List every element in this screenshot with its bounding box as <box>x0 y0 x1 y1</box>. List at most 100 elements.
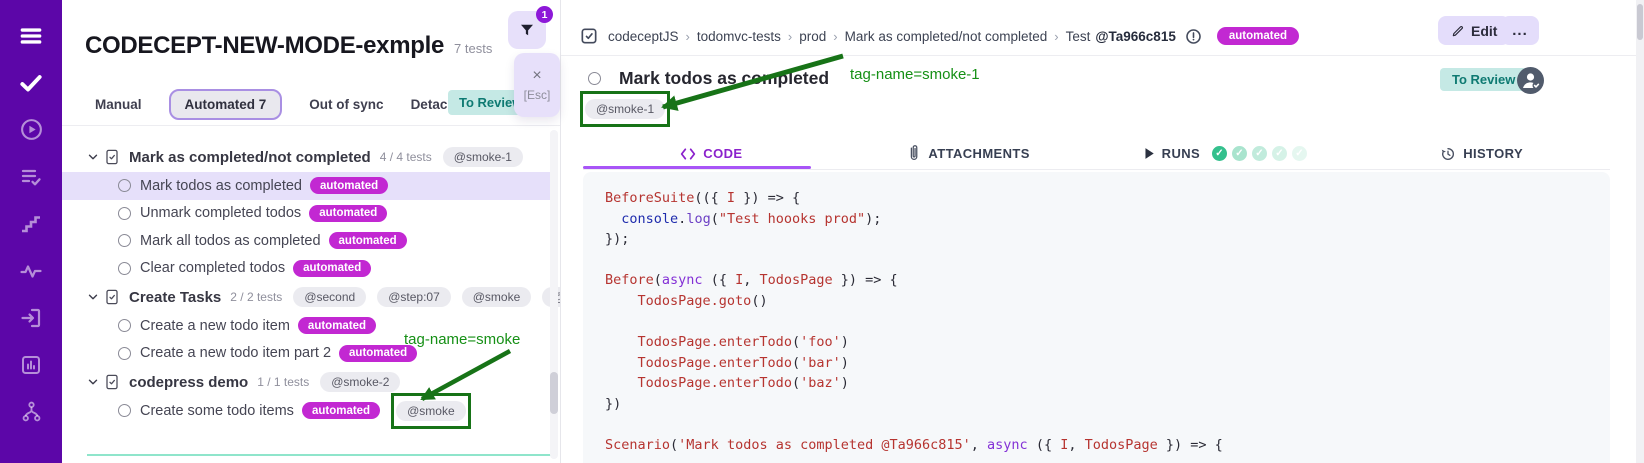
code-icon <box>680 147 696 161</box>
status-badge[interactable]: To Review <box>1440 68 1527 91</box>
page-scrollbar[interactable] <box>1636 0 1644 463</box>
tag-badge-smoke-1[interactable]: @smoke-1 <box>585 99 665 119</box>
tag-badge[interactable]: @smoke <box>462 287 532 307</box>
annotation-tag-name-smoke-1: tag-name=smoke-1 <box>850 66 980 83</box>
row-underline <box>87 454 554 456</box>
steps-icon[interactable] <box>0 200 62 247</box>
tab-attachments[interactable]: ATTACHMENTS <box>840 138 1097 169</box>
test-status-icon <box>118 404 131 417</box>
test-title: Clear completed todos <box>140 260 285 276</box>
left-scrollbar[interactable] <box>550 130 558 459</box>
code-block[interactable]: BeforeSuite(({ I }) => { console.log("Te… <box>583 172 1610 463</box>
code-line: }) <box>605 394 1588 415</box>
tag-badge[interactable]: @smoke-1 <box>443 147 523 167</box>
edit-button[interactable]: Edit <box>1438 16 1510 45</box>
suite-row[interactable]: codepress demo 1 / 1 tests @smoke-2 <box>62 367 550 397</box>
funnel-icon <box>518 21 536 39</box>
run-play-icon[interactable] <box>0 106 62 153</box>
sidebar-rail <box>0 0 62 463</box>
left-tabs: Manual Automated 7 Out of sync Detached <box>95 88 471 120</box>
play-icon <box>1143 147 1155 160</box>
run-check-icon: ✓ <box>1252 146 1267 161</box>
tab-automated-label: Automated <box>185 97 256 112</box>
test-detail-panel: codeceptJS›todomvc-tests›prod›Mark as co… <box>560 0 1636 463</box>
tab-history[interactable]: HISTORY <box>1353 138 1610 169</box>
test-row[interactable]: Clear completed todos automated <box>62 255 550 283</box>
chevron-down-icon[interactable] <box>86 290 100 304</box>
app-window: CODECEPT-NEW-MODE-exmple7 tests 1 × [Esc… <box>0 0 1644 463</box>
test-row[interactable]: Unmark completed todosautomated <box>62 200 550 228</box>
branch-icon[interactable] <box>0 388 62 435</box>
test-row[interactable]: Create some todo itemsautomated@smoke <box>62 397 550 425</box>
close-icon[interactable]: × <box>532 68 541 84</box>
code-line: }); <box>605 229 1588 250</box>
avatar[interactable] <box>1517 67 1544 94</box>
menu-icon[interactable] <box>0 12 62 59</box>
page-scrollbar-thumb[interactable] <box>1637 4 1643 40</box>
pencil-icon <box>1451 24 1465 38</box>
tab-out-of-sync[interactable]: Out of sync <box>309 97 383 112</box>
pulse-icon[interactable] <box>0 247 62 294</box>
automated-badge: automated <box>293 260 371 277</box>
breadcrumb-item[interactable]: prod <box>799 29 826 44</box>
suite-title: codepress demo <box>129 374 248 391</box>
import-icon[interactable] <box>0 294 62 341</box>
suite-row[interactable]: Create Tasks2 / 2 tests@second@step:07@s… <box>62 282 550 312</box>
tag-badge[interactable]: @smoke-2 <box>320 372 400 392</box>
analytics-chart-icon[interactable] <box>0 341 62 388</box>
active-tab-underline <box>583 166 811 169</box>
automated-badge: automated <box>310 177 388 194</box>
tab-manual[interactable]: Manual <box>95 97 142 112</box>
test-title-row: Mark todos as completed <box>588 68 829 89</box>
test-plan-list-icon[interactable] <box>0 153 62 200</box>
test-row[interactable]: Mark todos as completed automated <box>62 172 551 200</box>
test-status-icon <box>118 234 131 247</box>
tab-runs[interactable]: RUNS ✓✓✓✓✓ <box>1097 138 1354 169</box>
project-title-text: CODECEPT-NEW-MODE-exmple <box>85 32 444 59</box>
tag-badge[interactable]: @second <box>293 287 366 307</box>
code-line <box>605 250 1588 271</box>
run-check-icon: ✓ <box>1232 146 1247 161</box>
chevron-down-icon[interactable] <box>86 375 100 389</box>
history-clock-icon[interactable] <box>1184 27 1203 46</box>
breadcrumb-item[interactable]: todomvc-tests <box>697 29 781 44</box>
suite-test-count: 1 / 1 tests <box>257 375 309 389</box>
breadcrumb-separator: › <box>833 29 837 44</box>
tests-check-icon[interactable] <box>0 59 62 106</box>
run-check-icon: ✓ <box>1292 146 1307 161</box>
test-title: Mark todos as completed <box>140 178 302 194</box>
code-line: TodosPage.goto() <box>605 291 1588 312</box>
more-button[interactable]: ... <box>1501 16 1539 45</box>
tests-count: 7 tests <box>454 41 492 56</box>
code-line <box>605 415 1588 436</box>
tag-badge[interactable]: @step:07 <box>377 287 451 307</box>
esc-hint: [Esc] <box>524 88 551 102</box>
left-scrollbar-thumb[interactable] <box>550 372 558 414</box>
test-status-icon <box>118 319 131 332</box>
test-status-icon <box>118 347 131 360</box>
breadcrumb-item[interactable]: Mark as completed/not completed <box>845 29 1048 44</box>
tab-code[interactable]: CODE <box>583 138 840 169</box>
test-row[interactable]: Mark all todos as completedautomated <box>62 227 550 255</box>
chevron-down-icon[interactable] <box>86 150 100 164</box>
suite-title: Mark as completed/not completed <box>129 149 371 166</box>
automated-badge: automated <box>1217 27 1299 45</box>
tab-automated[interactable]: Automated 7 <box>169 89 283 120</box>
tag-badge[interactable]: @smoke <box>396 401 466 421</box>
test-id: @Ta966c815 <box>1095 29 1175 44</box>
breadcrumb-test-label: Test <box>1066 29 1091 44</box>
test-tree-panel: CODECEPT-NEW-MODE-exmple7 tests 1 × [Esc… <box>62 0 560 463</box>
suite-row[interactable]: Mark as completed/not completed4 / 4 tes… <box>62 142 550 172</box>
suite-file-icon <box>104 373 120 391</box>
breadcrumb-item[interactable]: codeceptJS <box>608 29 679 44</box>
paperclip-icon <box>906 145 921 162</box>
suite-test-count: 2 / 2 tests <box>230 290 282 304</box>
breadcrumb-items: codeceptJS›todomvc-tests›prod›Mark as co… <box>608 29 1066 44</box>
test-title: Create a new todo item <box>140 318 290 334</box>
divider <box>561 55 1636 56</box>
filter-popup: × [Esc] <box>514 53 560 117</box>
run-checks: ✓✓✓✓✓ <box>1210 146 1307 161</box>
test-title: Mark todos as completed <box>619 68 829 89</box>
history-icon <box>1440 146 1456 162</box>
code-lines: BeforeSuite(({ I }) => { console.log("Te… <box>605 188 1588 456</box>
